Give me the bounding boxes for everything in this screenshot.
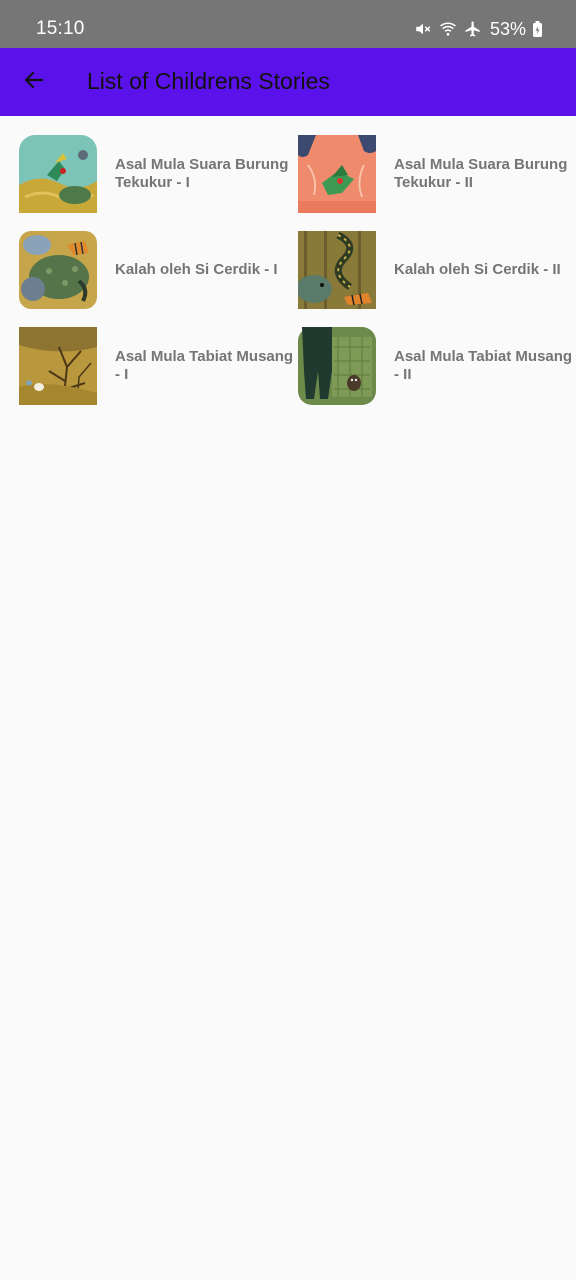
story-thumbnail xyxy=(298,327,376,405)
wifi-icon xyxy=(438,20,458,38)
story-thumbnail xyxy=(298,135,376,213)
airplane-icon xyxy=(464,20,482,38)
battery-icon xyxy=(532,21,543,37)
battery-percent: 53% xyxy=(489,18,526,39)
story-item[interactable]: Asal Mula Suara Burung Tekukur - II xyxy=(298,135,576,221)
story-item[interactable]: Asal Mula Suara Burung Tekukur - I xyxy=(19,135,297,221)
mute-icon xyxy=(414,20,432,38)
story-item[interactable]: Kalah oleh Si Cerdik - I xyxy=(19,231,297,317)
story-title: Asal Mula Suara Burung Tekukur - II xyxy=(394,156,568,191)
story-thumbnail xyxy=(19,135,97,213)
status-icons: 53% xyxy=(414,18,543,40)
story-item[interactable]: Kalah oleh Si Cerdik - II xyxy=(298,231,576,317)
app-bar: List of Childrens Stories xyxy=(0,48,576,116)
story-thumbnail xyxy=(298,231,376,309)
story-title: Asal Mula Suara Burung Tekukur - I xyxy=(115,156,289,191)
status-bar: 15:10 53% xyxy=(0,0,576,48)
story-title: Asal Mula Tabiat Musang - I xyxy=(115,348,294,383)
story-thumbnail xyxy=(19,327,97,405)
story-title: Asal Mula Tabiat Musang - II xyxy=(394,348,573,383)
story-thumbnail xyxy=(19,231,97,309)
story-item[interactable]: Asal Mula Tabiat Musang - I xyxy=(19,327,297,413)
page-title: List of Childrens Stories xyxy=(87,68,330,94)
story-title: Kalah oleh Si Cerdik - II xyxy=(394,261,561,278)
story-item[interactable]: Asal Mula Tabiat Musang - II xyxy=(298,327,576,413)
back-button[interactable] xyxy=(12,60,56,104)
story-title: Kalah oleh Si Cerdik - I xyxy=(115,261,278,278)
status-time: 15:10 xyxy=(36,18,85,39)
arrow-left-icon xyxy=(22,68,46,97)
